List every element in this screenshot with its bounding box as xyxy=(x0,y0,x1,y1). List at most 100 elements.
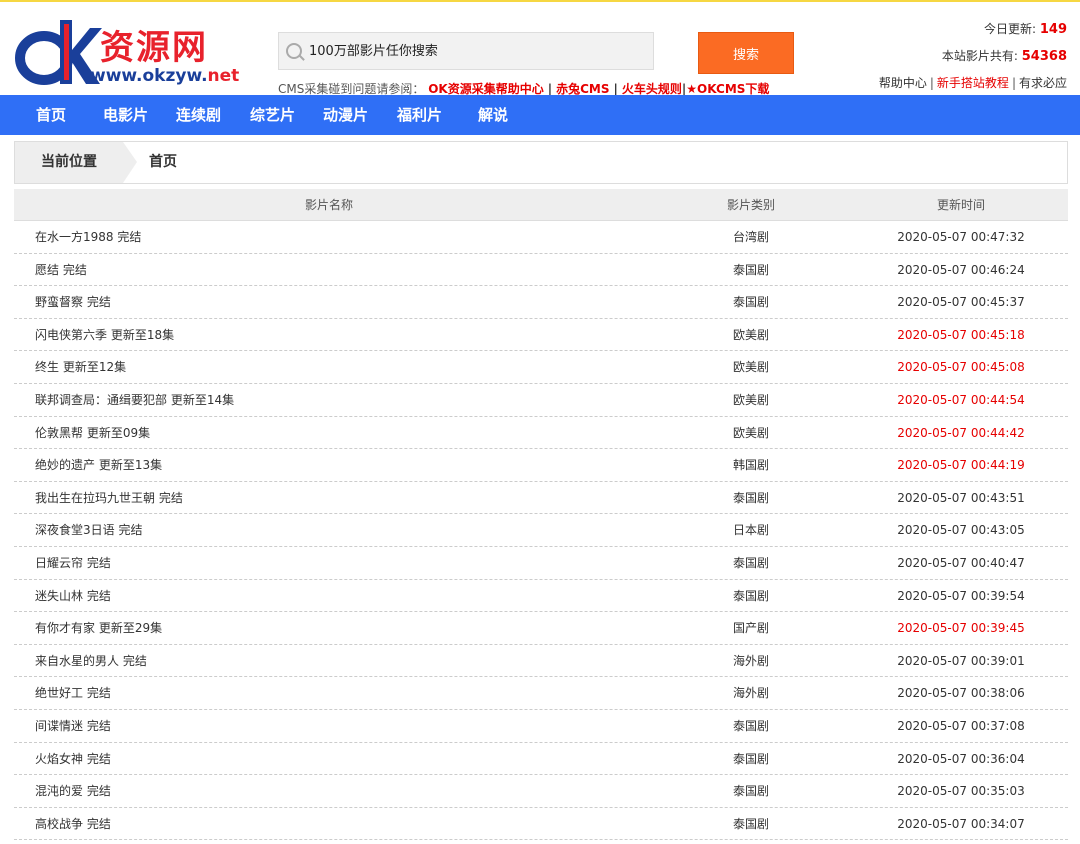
movie-title-link[interactable]: 混沌的爱 完结 xyxy=(35,775,111,807)
movie-list: 影片名称 影片类别 更新时间 在水一方1988 完结 台湾剧 2020-05-07 … xyxy=(14,189,1068,841)
update-time: 2020-05-07 00:45:08 xyxy=(897,360,1025,375)
update-time: 2020-05-07 00:44:42 xyxy=(897,425,1025,440)
link-huochetou-rules[interactable]: 火车头规则 xyxy=(622,82,682,96)
link-chitu-cms[interactable]: 赤兔CMS xyxy=(556,82,609,96)
movie-title-link[interactable]: 有你才有家 更新至29集 xyxy=(35,612,162,644)
nav-commentary[interactable]: 解说 xyxy=(478,95,508,135)
movie-category: 泰国剧 xyxy=(732,816,769,831)
movie-title-link[interactable]: 终生 更新至12集 xyxy=(35,351,126,383)
table-row[interactable]: 终生 更新至12集 欧美剧 2020-05-07 00:45:08 xyxy=(14,351,1068,384)
update-time: 2020-05-07 00:39:45 xyxy=(897,621,1025,636)
movie-category: 泰国剧 xyxy=(732,555,769,570)
update-time: 2020-05-07 00:39:54 xyxy=(897,588,1025,603)
update-time: 2020-05-07 00:35:03 xyxy=(897,784,1025,799)
movie-title-link[interactable]: 深夜食堂3日语 完结 xyxy=(35,514,142,546)
movie-category: 泰国剧 xyxy=(732,588,769,603)
nav-home[interactable]: 首页 xyxy=(36,95,66,135)
movie-title-link[interactable]: 来自水星的男人 完结 xyxy=(35,645,147,677)
nav-welfare[interactable]: 福利片 xyxy=(397,95,442,135)
list-body: 在水一方1988 完结 台湾剧 2020-05-07 00:47:32 愿结 完结 泰国… xyxy=(14,221,1068,841)
table-row[interactable]: 野蛮督察 完结 泰国剧 2020-05-07 00:45:37 xyxy=(14,286,1068,319)
table-row[interactable]: 在水一方1988 完结 台湾剧 2020-05-07 00:47:32 xyxy=(14,221,1068,254)
link-beginner-tutorial[interactable]: 新手搭站教程 xyxy=(937,76,1009,90)
cms-help-prefix: CMS采集碰到问题请参阅： xyxy=(278,82,425,96)
list-header: 影片名称 影片类别 更新时间 xyxy=(14,189,1068,221)
movie-category: 泰国剧 xyxy=(732,751,769,766)
site-logo[interactable]: 资源网 www.okzyw.net xyxy=(14,14,250,92)
link-okcms-download[interactable]: ★OKCMS下载 xyxy=(686,82,769,96)
breadcrumb: 当前位置 首页 xyxy=(14,141,1068,184)
movie-category: 欧美剧 xyxy=(732,425,769,440)
movie-category: 海外剧 xyxy=(732,653,769,668)
update-time: 2020-05-07 00:38:06 xyxy=(897,686,1025,701)
update-time: 2020-05-07 00:43:51 xyxy=(897,490,1025,505)
table-row[interactable]: 日耀云帘 完结 泰国剧 2020-05-07 00:40:47 xyxy=(14,547,1068,580)
nav-variety[interactable]: 综艺片 xyxy=(250,95,295,135)
table-row[interactable]: 愿结 完结 泰国剧 2020-05-07 00:46:24 xyxy=(14,254,1068,287)
table-row[interactable]: 有你才有家 更新至29集 国产剧 2020-05-07 00:39:45 xyxy=(14,612,1068,645)
movie-category: 国产剧 xyxy=(732,621,769,636)
table-row[interactable]: 联邦调查局：通缉要犯部 更新至14集 欧美剧 2020-05-07 00:44:54 xyxy=(14,384,1068,417)
update-time: 2020-05-07 00:46:24 xyxy=(897,262,1025,277)
table-row[interactable]: 伦敦黑帮 更新至09集 欧美剧 2020-05-07 00:44:42 xyxy=(14,417,1068,450)
movie-category: 欧美剧 xyxy=(732,327,769,342)
update-time: 2020-05-07 00:40:47 xyxy=(897,555,1025,570)
movie-title-link[interactable]: 日耀云帘 完结 xyxy=(35,547,111,579)
table-row[interactable]: 深夜食堂3日语 完结 日本剧 2020-05-07 00:43:05 xyxy=(14,514,1068,547)
table-row[interactable]: 绝世好工 完结 海外剧 2020-05-07 00:38:06 xyxy=(14,677,1068,710)
update-time: 2020-05-07 00:44:19 xyxy=(897,458,1025,473)
breadcrumb-label: 当前位置 xyxy=(15,142,123,183)
link-okzy-help[interactable]: OK资源采集帮助中心 xyxy=(428,82,544,96)
movie-title-link[interactable]: 高校战争 完结 xyxy=(35,808,111,840)
movie-title-link[interactable]: 闪电侠第六季 更新至18集 xyxy=(35,319,174,351)
search-icon xyxy=(286,43,302,59)
movie-title-link[interactable]: 野蛮督察 完结 xyxy=(35,286,111,318)
movie-title-link[interactable]: 伦敦黑帮 更新至09集 xyxy=(35,417,150,449)
search-input[interactable] xyxy=(309,37,649,65)
movie-title-link[interactable]: 联邦调查局：通缉要犯部 更新至14集 xyxy=(35,384,234,416)
total-movies-count: 54368 xyxy=(1021,49,1067,64)
movie-category: 泰国剧 xyxy=(732,262,769,277)
table-row[interactable]: 来自水星的男人 完结 海外剧 2020-05-07 00:39:01 xyxy=(14,645,1068,678)
movie-category: 欧美剧 xyxy=(732,360,769,375)
search-button[interactable]: 搜索 xyxy=(698,32,794,74)
movie-category: 欧美剧 xyxy=(732,392,769,407)
link-requests[interactable]: 有求必应 xyxy=(1019,76,1067,90)
movie-title-link[interactable]: 我出生在拉玛九世王朝 完结 xyxy=(35,482,183,514)
movie-title-link[interactable]: 迷失山林 完结 xyxy=(35,580,111,612)
movie-title-link[interactable]: 绝世好工 完结 xyxy=(35,677,111,709)
movie-title-link[interactable]: 愿结 完结 xyxy=(35,254,87,286)
movie-title-link[interactable]: 在水一方1988 完结 xyxy=(35,221,141,253)
table-row[interactable]: 混沌的爱 完结 泰国剧 2020-05-07 00:35:03 xyxy=(14,775,1068,808)
movie-title-link[interactable]: 间谍情迷 完结 xyxy=(35,710,111,742)
logo-text: 资源网 xyxy=(100,28,208,68)
table-row[interactable]: 间谍情迷 完结 泰国剧 2020-05-07 00:37:08 xyxy=(14,710,1068,743)
update-time: 2020-05-07 00:39:01 xyxy=(897,653,1025,668)
today-updates-count: 149 xyxy=(1039,22,1067,37)
update-time: 2020-05-07 00:34:07 xyxy=(897,816,1025,831)
table-row[interactable]: 闪电侠第六季 更新至18集 欧美剧 2020-05-07 00:45:18 xyxy=(14,319,1068,352)
main-nav: 首页 电影片 连续剧 综艺片 动漫片 福利片 解说 xyxy=(0,95,1080,135)
breadcrumb-current: 首页 xyxy=(149,154,177,170)
movie-category: 泰国剧 xyxy=(732,784,769,799)
table-row[interactable]: 迷失山林 完结 泰国剧 2020-05-07 00:39:54 xyxy=(14,580,1068,613)
table-row[interactable]: 绝妙的遗产 更新至13集 韩国剧 2020-05-07 00:44:19 xyxy=(14,449,1068,482)
nav-movies[interactable]: 电影片 xyxy=(103,95,148,135)
movie-category: 海外剧 xyxy=(732,686,769,701)
movie-title-link[interactable]: 火焰女神 完结 xyxy=(35,743,111,775)
movie-category: 泰国剧 xyxy=(732,718,769,733)
site-stats: 今日更新: 149 本站影片共有: 54368 帮助中心 | 新手搭站教程 | 有求必应 xyxy=(879,16,1067,96)
movie-category: 泰国剧 xyxy=(732,490,769,505)
table-row[interactable]: 我出生在拉玛九世王朝 完结 泰国剧 2020-05-07 00:43:51 xyxy=(14,482,1068,515)
update-time: 2020-05-07 00:43:05 xyxy=(897,523,1025,538)
total-movies: 本站影片共有: 54368 xyxy=(941,49,1067,64)
update-time: 2020-05-07 00:36:04 xyxy=(897,751,1025,766)
update-time: 2020-05-07 00:47:32 xyxy=(897,230,1025,244)
table-row[interactable]: 火焰女神 完结 泰国剧 2020-05-07 00:36:04 xyxy=(14,743,1068,776)
nav-series[interactable]: 连续剧 xyxy=(176,95,221,135)
nav-anime[interactable]: 动漫片 xyxy=(323,95,368,135)
movie-category: 泰国剧 xyxy=(732,295,769,310)
table-row[interactable]: 高校战争 完结 泰国剧 2020-05-07 00:34:07 xyxy=(14,808,1068,841)
link-help-center[interactable]: 帮助中心 xyxy=(879,76,927,90)
movie-title-link[interactable]: 绝妙的遗产 更新至13集 xyxy=(35,449,162,481)
